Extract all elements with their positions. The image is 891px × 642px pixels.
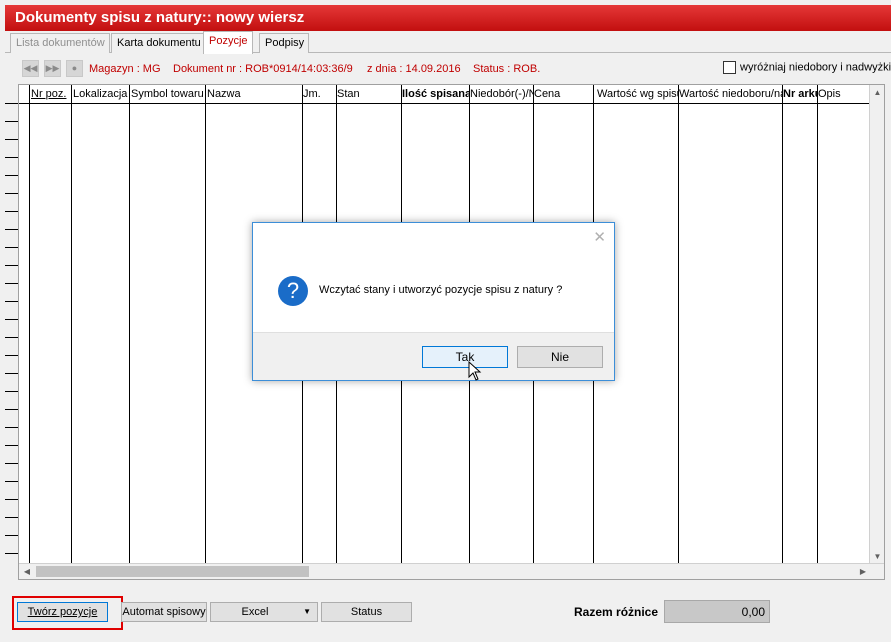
dialog-footer: Tak Nie bbox=[253, 332, 614, 380]
column-divider bbox=[29, 85, 30, 564]
row-header bbox=[5, 517, 18, 518]
tab-podpisy[interactable]: Podpisy bbox=[259, 33, 310, 53]
row-header bbox=[5, 211, 18, 212]
column-divider bbox=[129, 85, 130, 564]
row-header bbox=[5, 283, 18, 284]
row-header bbox=[5, 409, 18, 410]
tab-bar: Lista dokumentów Karta dokumentu Pozycje… bbox=[5, 31, 891, 54]
auto-spisowy-button[interactable]: Automat spisowy bbox=[121, 602, 207, 622]
row-header bbox=[5, 175, 18, 176]
document-status-label: Status : ROB. bbox=[473, 63, 541, 75]
column-divider bbox=[205, 85, 206, 564]
row-header-column bbox=[5, 84, 18, 564]
document-date-label: z dnia : 14.09.2016 bbox=[367, 63, 461, 75]
row-header bbox=[5, 103, 18, 104]
scroll-down-icon[interactable]: ▼ bbox=[870, 549, 884, 564]
column-header-symbol-towaru[interactable]: Symbol towaru bbox=[130, 88, 206, 100]
checkbox-label: wyróżniaj niedobory i nadwyżki bbox=[740, 61, 891, 74]
column-divider bbox=[817, 85, 818, 564]
column-header-niedobor[interactable]: Niedobór(-)/Nadwyżka(+) bbox=[469, 88, 533, 100]
tab-lista-dokumentow[interactable]: Lista dokumentów bbox=[10, 33, 110, 53]
horizontal-scroll-thumb[interactable] bbox=[36, 566, 309, 577]
grid-header: Nr poz. Lokalizacja Symbol towaru Nazwa … bbox=[19, 85, 871, 104]
row-header bbox=[5, 391, 18, 392]
horizontal-scrollbar[interactable]: ◀ ▶ bbox=[19, 563, 884, 579]
row-header bbox=[5, 499, 18, 500]
row-header bbox=[5, 301, 18, 302]
row-header bbox=[5, 265, 18, 266]
row-header bbox=[5, 535, 18, 536]
row-header bbox=[5, 319, 18, 320]
row-header bbox=[5, 445, 18, 446]
highlight-shortages-checkbox[interactable]: wyróżniaj niedobory i nadwyżki bbox=[723, 61, 891, 74]
column-header-stan[interactable]: Stan bbox=[336, 88, 401, 100]
yes-button[interactable]: Tak bbox=[422, 346, 508, 368]
column-header-opis[interactable]: Opis bbox=[817, 88, 871, 100]
column-header-jm[interactable]: Jm. bbox=[302, 88, 336, 100]
row-header bbox=[5, 193, 18, 194]
mouse-pointer-icon bbox=[468, 361, 482, 381]
scroll-right-icon[interactable]: ▶ bbox=[855, 564, 871, 579]
row-header bbox=[5, 139, 18, 140]
scroll-left-icon[interactable]: ◀ bbox=[19, 564, 35, 579]
row-header bbox=[5, 157, 18, 158]
document-number-label: Dokument nr : ROB*0914/14:03:36/9 bbox=[173, 63, 353, 75]
window-title: Dokumenty spisu z natury:: nowy wiersz bbox=[5, 5, 891, 31]
no-button[interactable]: Nie bbox=[517, 346, 603, 368]
row-header bbox=[5, 121, 18, 122]
row-header bbox=[5, 355, 18, 356]
warehouse-label: Magazyn : MG bbox=[89, 63, 161, 75]
excel-button-label: Excel bbox=[241, 606, 269, 618]
vertical-scrollbar[interactable]: ▲ ▼ bbox=[869, 85, 884, 564]
status-button[interactable]: Status bbox=[321, 602, 412, 622]
column-header-nr-arkusza[interactable]: Nr arkusza bbox=[782, 88, 817, 100]
create-positions-button[interactable]: Twórz pozycje bbox=[17, 602, 108, 622]
excel-dropdown-button[interactable]: Excel ▼ bbox=[210, 602, 318, 622]
question-icon: ? bbox=[278, 276, 308, 306]
row-header bbox=[5, 247, 18, 248]
tab-pozycje[interactable]: Pozycje bbox=[203, 31, 253, 54]
record-icon[interactable]: ● bbox=[66, 60, 83, 77]
checkbox-box[interactable] bbox=[723, 61, 736, 74]
row-header bbox=[5, 337, 18, 338]
close-icon[interactable]: ✕ bbox=[593, 228, 606, 246]
row-header bbox=[5, 427, 18, 428]
column-header-cena[interactable]: Cena bbox=[533, 88, 593, 100]
row-header bbox=[5, 553, 18, 554]
last-record-icon[interactable]: ▶▶ bbox=[44, 60, 61, 77]
confirm-dialog: ✕ ? Wczytać stany i utworzyć pozycje spi… bbox=[252, 222, 615, 381]
column-divider bbox=[782, 85, 783, 564]
column-divider bbox=[71, 85, 72, 564]
column-header-lokalizacja[interactable]: Lokalizacja bbox=[72, 88, 130, 100]
dialog-message: Wczytać stany i utworzyć pozycje spisu z… bbox=[319, 284, 563, 296]
scroll-up-icon[interactable]: ▲ bbox=[870, 85, 884, 100]
row-header bbox=[5, 373, 18, 374]
first-record-icon[interactable]: ◀◀ bbox=[22, 60, 39, 77]
difference-total-value: 0,00 bbox=[664, 600, 770, 623]
document-info-bar: ◀◀ ▶▶ ● Magazyn : MG Dokument nr : ROB*0… bbox=[5, 55, 891, 83]
row-header bbox=[5, 229, 18, 230]
row-header bbox=[5, 463, 18, 464]
column-header-ilosc-spisana[interactable]: Ilość spisana bbox=[401, 88, 469, 100]
tab-karta-dokumentu[interactable]: Karta dokumentu bbox=[111, 33, 206, 53]
column-header-nazwa[interactable]: Nazwa bbox=[206, 88, 302, 100]
dropdown-arrow-icon: ▼ bbox=[303, 607, 311, 616]
column-header-wartosc-wg-spisu[interactable]: Wartość wg spisu bbox=[593, 88, 678, 100]
column-header-nr-poz[interactable]: Nr poz. bbox=[30, 88, 72, 100]
bottom-toolbar: Twórz pozycje Automat spisowy Excel ▼ St… bbox=[5, 590, 891, 640]
column-divider bbox=[678, 85, 679, 564]
column-header-wartosc-niedoboru[interactable]: Wartość niedoboru/nadwyżki bbox=[678, 88, 782, 100]
row-header bbox=[5, 481, 18, 482]
difference-total-label: Razem różnice bbox=[574, 605, 659, 619]
